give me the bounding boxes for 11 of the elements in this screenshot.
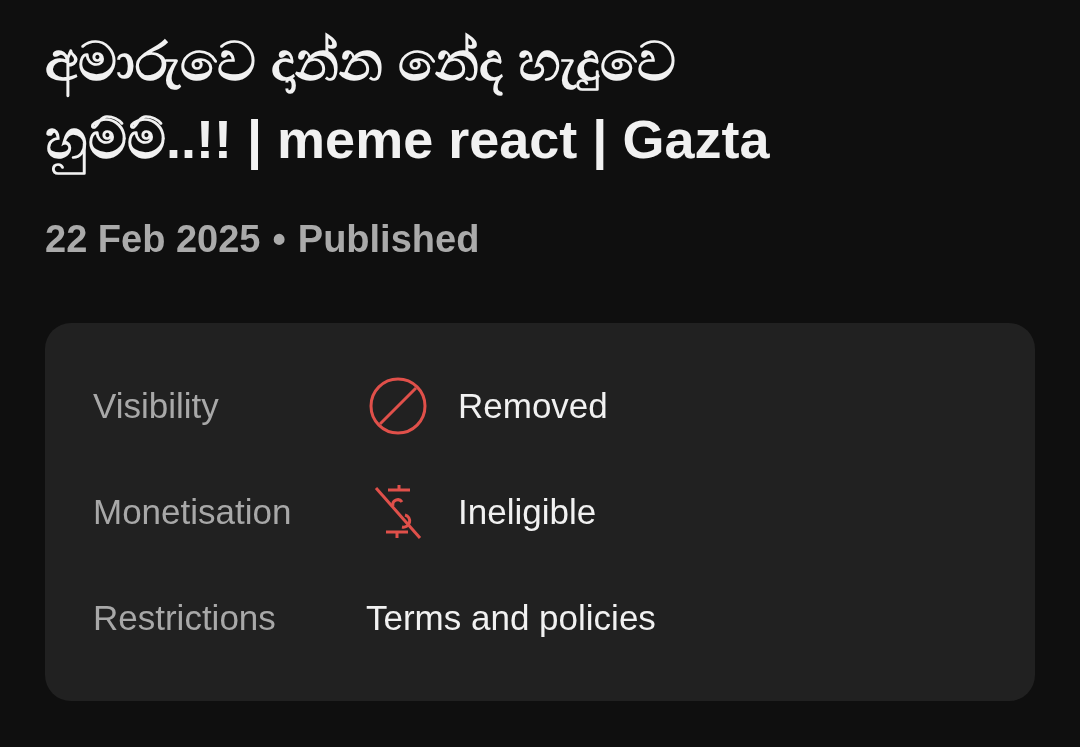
detail-value: Removed	[458, 386, 608, 426]
prohibited-icon	[368, 376, 428, 436]
publish-date: 22 Feb 2025	[45, 218, 261, 261]
detail-label: Restrictions	[93, 598, 277, 638]
video-title: අමාරුවෙ දාන්න නේද හැදුවෙ හුම්ම්..!! | meme react | Gazta	[45, 22, 865, 178]
detail-value: Terms and policies	[366, 598, 656, 638]
detail-label: Visibility	[93, 386, 220, 426]
separator-dot: •	[272, 218, 286, 261]
publish-status: Published	[297, 218, 480, 261]
detail-label: Monetisation	[93, 492, 293, 532]
detail-value: Ineligible	[458, 492, 597, 532]
